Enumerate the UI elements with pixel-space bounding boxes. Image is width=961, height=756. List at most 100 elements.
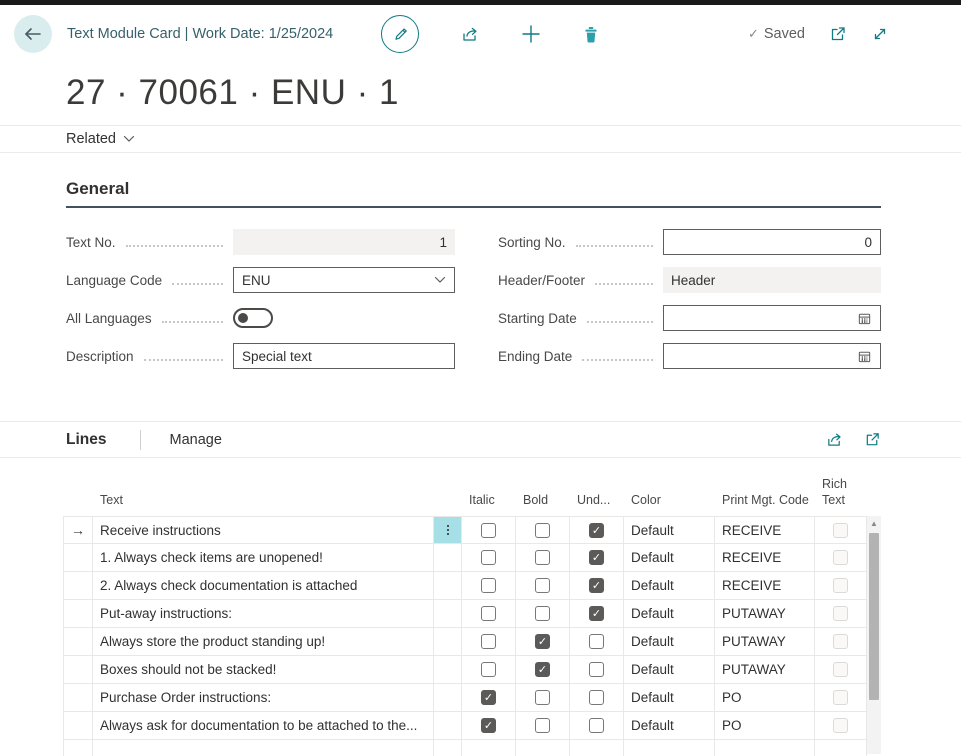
table-row[interactable]: 1. Always check items are unopened! Defa… xyxy=(63,544,867,572)
row-text[interactable]: Always ask for documentation to be attac… xyxy=(93,712,434,739)
italic-checkbox[interactable] xyxy=(481,606,496,621)
row-text[interactable]: Purchase Order instructions: xyxy=(93,684,434,711)
column-header-bold[interactable]: Bold xyxy=(516,492,570,516)
table-row[interactable]: 2. Always check documentation is attache… xyxy=(63,572,867,600)
related-menu[interactable]: Related xyxy=(66,131,135,147)
lines-section-title[interactable]: Lines xyxy=(66,431,106,449)
table-row[interactable]: Purchase Order instructions: Default PO xyxy=(63,684,867,712)
italic-checkbox[interactable] xyxy=(481,718,496,733)
italic-checkbox[interactable] xyxy=(481,662,496,677)
bold-checkbox[interactable] xyxy=(535,606,550,621)
bold-checkbox[interactable] xyxy=(535,690,550,705)
row-text[interactable] xyxy=(93,740,434,756)
bold-checkbox[interactable] xyxy=(535,550,550,565)
bold-checkbox[interactable] xyxy=(535,662,550,677)
bold-checkbox[interactable] xyxy=(535,578,550,593)
lines-open-in-new-button[interactable] xyxy=(864,431,881,448)
color-value[interactable]: Default xyxy=(624,572,715,599)
starting-date-label: Starting Date xyxy=(498,311,577,326)
color-value[interactable]: Default xyxy=(624,628,715,655)
print-code-value[interactable]: RECEIVE xyxy=(715,544,815,571)
underline-checkbox[interactable] xyxy=(589,578,604,593)
italic-checkbox[interactable] xyxy=(481,690,496,705)
table-row[interactable]: Put-away instructions: Default PUTAWAY xyxy=(63,600,867,628)
column-header-text[interactable]: Text xyxy=(93,492,434,516)
language-code-field[interactable]: ENU xyxy=(233,267,455,293)
row-text[interactable]: 1. Always check items are unopened! xyxy=(93,544,434,571)
underline-checkbox[interactable] xyxy=(589,718,604,733)
calendar-icon[interactable] xyxy=(857,349,872,364)
fullscreen-button[interactable] xyxy=(871,25,889,43)
italic-checkbox[interactable] xyxy=(481,634,496,649)
color-value[interactable]: Default xyxy=(624,712,715,739)
share-button[interactable] xyxy=(460,25,480,43)
print-code-value[interactable]: RECEIVE xyxy=(715,572,815,599)
table-row[interactable] xyxy=(63,740,867,756)
underline-checkbox[interactable] xyxy=(589,634,604,649)
trash-icon xyxy=(582,25,600,44)
lines-share-button[interactable] xyxy=(825,431,844,448)
bold-checkbox[interactable] xyxy=(535,718,550,733)
bold-checkbox[interactable] xyxy=(535,634,550,649)
column-header-color[interactable]: Color xyxy=(624,492,715,516)
back-button[interactable] xyxy=(14,15,52,53)
vertical-scrollbar[interactable]: ▲ xyxy=(867,516,881,754)
row-text[interactable]: Receive instructions xyxy=(93,517,434,543)
all-languages-toggle[interactable] xyxy=(233,308,273,328)
row-text[interactable]: Always store the product standing up! xyxy=(93,628,434,655)
ending-date-field[interactable] xyxy=(663,343,881,369)
richtext-cell xyxy=(815,600,867,627)
print-code-value[interactable]: PUTAWAY xyxy=(715,656,815,683)
dotted-leader xyxy=(582,359,653,361)
share-icon xyxy=(825,431,844,448)
print-code-value[interactable]: RECEIVE xyxy=(715,517,815,543)
color-value[interactable]: Default xyxy=(624,684,715,711)
underline-checkbox[interactable] xyxy=(589,550,604,565)
row-text[interactable]: Boxes should not be stacked! xyxy=(93,656,434,683)
italic-checkbox[interactable] xyxy=(481,578,496,593)
edit-button[interactable] xyxy=(381,15,419,53)
print-code-value[interactable]: PUTAWAY xyxy=(715,628,815,655)
dotted-leader xyxy=(172,283,223,285)
column-header-print-mgt-code[interactable]: Print Mgt. Code xyxy=(715,492,815,516)
manage-menu[interactable]: Manage xyxy=(169,432,221,448)
print-code-value[interactable]: PO xyxy=(715,712,815,739)
scrollbar-thumb[interactable] xyxy=(869,533,879,700)
print-code-value[interactable] xyxy=(715,740,815,756)
color-value[interactable]: Default xyxy=(624,544,715,571)
column-header-italic[interactable]: Italic xyxy=(462,492,516,516)
field-description: Description Special text xyxy=(66,343,455,369)
row-text[interactable]: Put-away instructions: xyxy=(93,600,434,627)
underline-checkbox[interactable] xyxy=(589,690,604,705)
bold-checkbox[interactable] xyxy=(535,523,550,538)
underline-checkbox[interactable] xyxy=(589,523,604,538)
italic-checkbox[interactable] xyxy=(481,523,496,538)
color-value[interactable] xyxy=(624,740,715,756)
description-field[interactable]: Special text xyxy=(233,343,455,369)
sorting-no-field[interactable]: 0 xyxy=(663,229,881,255)
table-row[interactable]: → Receive instructions Default RECEIVE xyxy=(63,516,867,544)
row-text[interactable]: 2. Always check documentation is attache… xyxy=(93,572,434,599)
richtext-checkbox xyxy=(833,606,848,621)
delete-button[interactable] xyxy=(582,25,600,44)
underline-checkbox[interactable] xyxy=(589,606,604,621)
color-value[interactable]: Default xyxy=(624,600,715,627)
dropdown-chevron-icon[interactable] xyxy=(434,276,446,284)
calendar-icon[interactable] xyxy=(857,311,872,326)
italic-checkbox[interactable] xyxy=(481,550,496,565)
column-header-underline[interactable]: Und... xyxy=(570,492,624,516)
scroll-up-arrow[interactable]: ▲ xyxy=(867,516,881,531)
underline-checkbox[interactable] xyxy=(589,662,604,677)
column-header-rich-text[interactable]: Rich Text xyxy=(815,476,867,517)
color-value[interactable]: Default xyxy=(624,656,715,683)
color-value[interactable]: Default xyxy=(624,517,715,543)
starting-date-field[interactable] xyxy=(663,305,881,331)
print-code-value[interactable]: PO xyxy=(715,684,815,711)
new-button[interactable] xyxy=(521,24,541,44)
open-in-new-window-button[interactable] xyxy=(829,25,847,43)
print-code-value[interactable]: PUTAWAY xyxy=(715,600,815,627)
table-row[interactable]: Always ask for documentation to be attac… xyxy=(63,712,867,740)
row-options-button[interactable] xyxy=(434,517,461,543)
table-row[interactable]: Always store the product standing up! De… xyxy=(63,628,867,656)
table-row[interactable]: Boxes should not be stacked! Default PUT… xyxy=(63,656,867,684)
